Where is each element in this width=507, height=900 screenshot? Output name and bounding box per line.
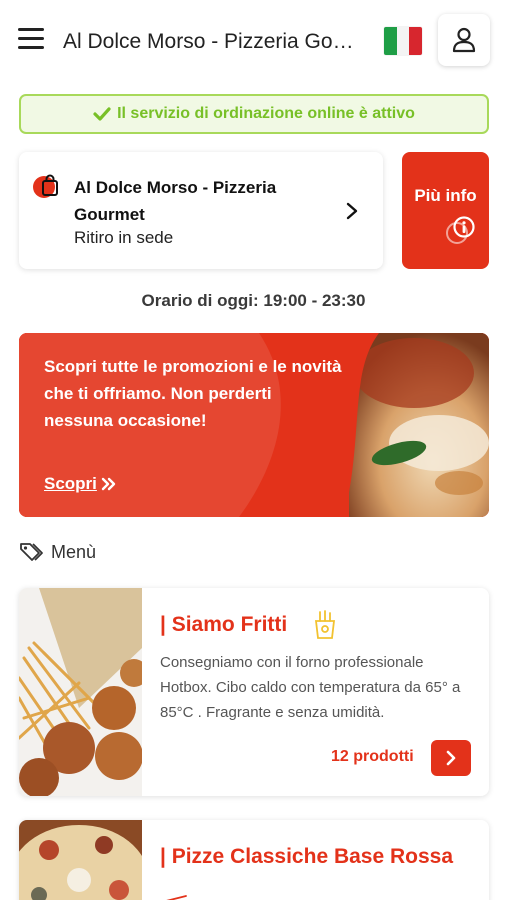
user-icon bbox=[452, 27, 476, 53]
store-selector-card[interactable]: Al Dolce Morso - Pizzeria Gourmet Ritiro… bbox=[19, 152, 383, 269]
promo-link-label: Scopri bbox=[44, 474, 97, 493]
category-product-count: 12 prodotti bbox=[331, 748, 414, 765]
opening-hours: Orario di oggi: 19:00 - 23:30 bbox=[141, 291, 366, 310]
menu-section-heading: Menù bbox=[19, 541, 96, 563]
more-info-button[interactable]: Più info bbox=[402, 152, 489, 269]
store-name: Al Dolce Morso - Pizzeria Gourmet bbox=[74, 178, 277, 224]
category-description: Consegniamo con il forno professionale H… bbox=[160, 654, 461, 721]
menu-icon[interactable] bbox=[18, 28, 44, 50]
tag-icon bbox=[20, 543, 43, 561]
promo-text: Scopri tutte le promozioni e le novità c… bbox=[44, 357, 342, 430]
online-status-banner: Il servizio di ordinazione online è atti… bbox=[19, 94, 489, 134]
chevron-right-icon bbox=[446, 750, 456, 766]
promo-banner[interactable]: Scopri tutte le promozioni e le novità c… bbox=[19, 333, 489, 517]
category-card[interactable]: | Pizze Classiche Base Rossa bbox=[19, 820, 489, 900]
page-title: Al Dolce Morso - Pizzeria Gourmet bbox=[63, 30, 363, 53]
pizza-image bbox=[19, 820, 142, 900]
category-card[interactable]: | Siamo Fritti Consegniamo con il forno … bbox=[19, 588, 489, 796]
category-title: | Pizze Classiche Base Rossa bbox=[160, 845, 454, 868]
promo-discover-link[interactable]: Scopri bbox=[44, 474, 117, 494]
category-title: | Siamo Fritti bbox=[160, 613, 288, 636]
info-icon bbox=[446, 216, 475, 244]
order-mode: Ritiro in sede bbox=[74, 228, 174, 247]
fries-icon bbox=[314, 610, 336, 639]
pizza-icon bbox=[166, 895, 187, 900]
user-account-button[interactable] bbox=[438, 14, 490, 66]
chevron-right-icon bbox=[346, 202, 358, 220]
open-category-button[interactable] bbox=[431, 740, 471, 776]
shopping-bag-icon bbox=[33, 174, 58, 198]
double-chevron-right-icon bbox=[101, 477, 116, 491]
online-status-text: Il servizio di ordinazione online è atti… bbox=[117, 105, 415, 122]
italy-flag-icon[interactable] bbox=[384, 27, 422, 55]
check-icon bbox=[93, 107, 111, 121]
menu-label: Menù bbox=[51, 541, 97, 562]
app-header: Al Dolce Morso - Pizzeria Gourmet bbox=[0, 0, 507, 82]
fried-food-image bbox=[19, 588, 142, 796]
more-info-label: Più info bbox=[414, 186, 477, 205]
